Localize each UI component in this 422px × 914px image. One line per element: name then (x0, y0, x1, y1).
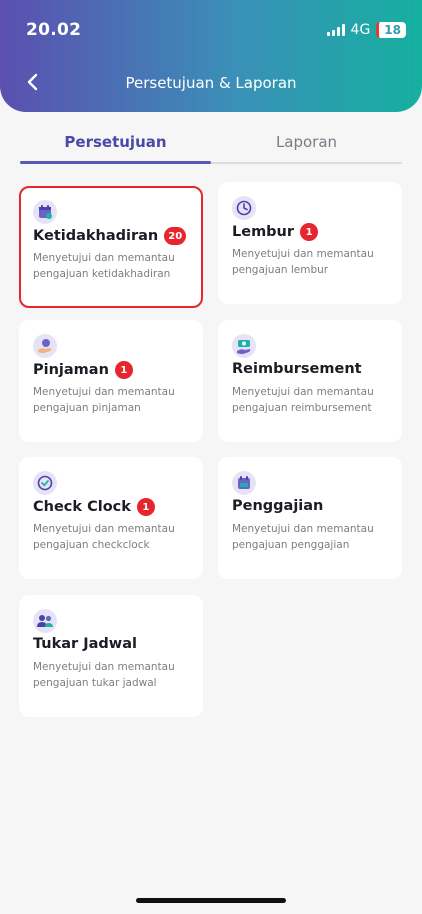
tab-persetujuan[interactable]: Persetujuan (20, 130, 211, 164)
card-penggajian[interactable]: Penggajian Menyetujui dan memantau penga… (218, 457, 402, 579)
card-title-row: Penggajian (232, 498, 323, 514)
card-title: Ketidakhadiran (33, 228, 159, 244)
card-title-row: Pinjaman 1 (33, 361, 133, 379)
count-badge: 20 (164, 227, 187, 245)
status-indicators: 4G 18 (326, 22, 406, 38)
check-clock-icon (33, 471, 57, 495)
tab-laporan[interactable]: Laporan (211, 130, 402, 162)
battery-icon: 18 (376, 22, 406, 38)
card-description: Menyetujui dan memantau pengajuan lembur (232, 248, 374, 276)
card-title-row: Check Clock 1 (33, 498, 155, 516)
card-pinjaman[interactable]: Pinjaman 1 Menyetujui dan memantau penga… (19, 320, 203, 442)
card-check-clock[interactable]: Check Clock 1 Menyetujui dan memantau pe… (19, 457, 203, 579)
card-description: Menyetujui dan memantau pengajuan checkc… (33, 523, 175, 551)
card-title-row: Reimbursement (232, 361, 362, 377)
home-indicator[interactable] (136, 898, 286, 903)
card-title: Lembur (232, 224, 295, 240)
card-lembur[interactable]: Lembur 1 Menyetujui dan memantau pengaju… (218, 182, 402, 304)
card-description: Menyetujui dan memantau pengajuan pinjam… (33, 386, 175, 414)
card-tukar-jadwal[interactable]: Tukar Jadwal Menyetujui dan memantau pen… (19, 595, 203, 717)
page-title: Persetujuan & Laporan (125, 74, 297, 92)
card-title: Penggajian (232, 498, 324, 514)
battery-level: 18 (384, 23, 401, 37)
count-badge: 1 (300, 223, 319, 241)
card-reimbursement[interactable]: Reimbursement Menyetujui dan memantau pe… (218, 320, 402, 442)
count-badge: 1 (136, 498, 155, 516)
card-title-row: Tukar Jadwal (33, 636, 137, 652)
card-title-row: Ketidakhadiran 20 (33, 227, 187, 245)
loan-icon (33, 334, 57, 358)
card-title: Check Clock (33, 499, 131, 515)
status-time: 20.02 (26, 20, 82, 40)
card-description: Menyetujui dan memantau pengajuan ketida… (33, 252, 175, 280)
card-description: Menyetujui dan memantau pengajuan tukar … (33, 661, 175, 689)
card-description: Menyetujui dan memantau pengajuan reimbu… (232, 386, 374, 414)
card-description: Menyetujui dan memantau pengajuan pengga… (232, 523, 374, 551)
count-badge: 1 (114, 361, 133, 379)
cash-icon (232, 334, 256, 358)
network-type: 4G (350, 22, 371, 38)
app-header: 20.02 4G 18 Persetujuan & Laporan (0, 0, 422, 112)
swap-people-icon (33, 609, 57, 633)
calendar-icon (33, 200, 57, 224)
payroll-icon (232, 471, 256, 495)
signal-icon (326, 24, 345, 36)
tab-bar: Persetujuan Laporan (20, 130, 402, 164)
card-title: Tukar Jadwal (33, 636, 137, 652)
clock-icon (232, 196, 256, 220)
card-title: Pinjaman (33, 362, 109, 378)
card-ketidakhadiran[interactable]: Ketidakhadiran 20 Menyetujui dan memanta… (19, 186, 203, 308)
card-title: Reimbursement (232, 361, 362, 377)
card-title-row: Lembur 1 (232, 223, 319, 241)
